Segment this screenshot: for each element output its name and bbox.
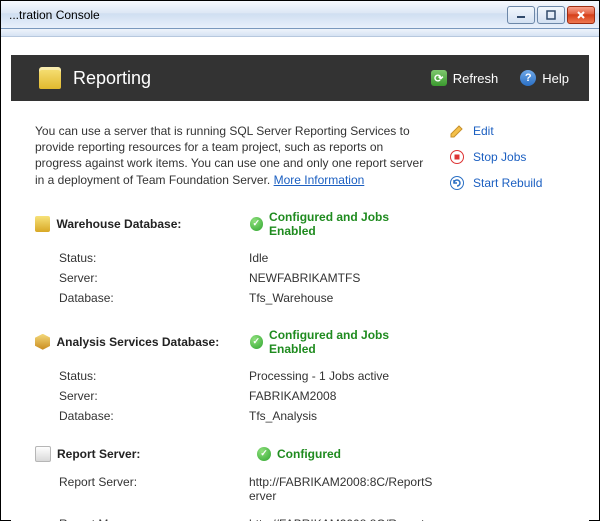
actions-sidebar: Edit Stop Jobs Start Rebuild [449,123,569,521]
start-rebuild-link[interactable]: Start Rebuild [449,175,569,191]
help-label: Help [542,71,569,86]
warehouse-status-chip: ✓ Configured and Jobs Enabled [250,210,433,238]
value: http://FABRIKAM2008:8C/Reports [249,517,433,521]
analysis-status-chip-label: Configured and Jobs Enabled [269,328,433,356]
analysis-row-server: Server: FABRIKAM2008 [35,386,433,406]
stop-jobs-label: Stop Jobs [473,150,526,164]
refresh-label: Refresh [453,71,499,86]
check-icon: ✓ [257,447,271,461]
label: Report Server: [59,475,249,503]
reporting-icon [39,67,61,89]
check-icon: ✓ [250,335,264,349]
value: FABRIKAM2008 [249,389,433,403]
main-column: You can use a server that is running SQL… [35,123,449,521]
help-icon: ? [520,70,536,86]
label: Status: [59,369,249,383]
label: Report Manager: [59,517,249,521]
edit-link[interactable]: Edit [449,123,569,139]
value: Idle [249,251,433,265]
window-titlebar: ...tration Console [1,1,599,29]
warehouse-row-status: Status: Idle [35,248,433,268]
section-analysis: Analysis Services Database: ✓ Configured… [35,328,433,426]
menubar [1,29,599,37]
refresh-icon: ⟳ [431,70,447,86]
content-area: You can use a server that is running SQL… [11,101,589,521]
page-header: Reporting ⟳ Refresh ? Help [11,55,589,101]
label: Server: [59,389,249,403]
section-report-header: Report Server: ✓ Configured [35,446,433,462]
intro-text: You can use a server that is running SQL… [35,123,433,188]
section-warehouse: Warehouse Database: ✓ Configured and Job… [35,210,433,308]
analysis-row-status: Status: Processing - 1 Jobs active [35,366,433,386]
value: Tfs_Analysis [249,409,433,423]
section-report: Report Server: ✓ Configured Report Serve… [35,446,433,521]
intro-body: You can use a server that is running SQL… [35,124,423,187]
check-icon: ✓ [250,217,264,231]
stop-icon [449,149,465,165]
section-warehouse-header: Warehouse Database: ✓ Configured and Job… [35,210,433,238]
report-row-manager: Report Manager: http://FABRIKAM2008:8C/R… [35,514,433,521]
value: NEWFABRIKAMTFS [249,271,433,285]
close-button[interactable] [567,6,595,24]
section-report-title: Report Server: [57,447,257,461]
warehouse-row-database: Database: Tfs_Warehouse [35,288,433,308]
page-title: Reporting [73,68,409,89]
section-analysis-title: Analysis Services Database: [56,335,249,349]
more-information-link[interactable]: More Information [274,173,365,187]
document-icon [35,446,51,462]
cube-icon [35,334,50,350]
report-status-chip: ✓ Configured [257,447,341,461]
label: Database: [59,409,249,423]
label: Database: [59,291,249,305]
analysis-row-database: Database: Tfs_Analysis [35,406,433,426]
rebuild-icon [449,175,465,191]
value: Tfs_Warehouse [249,291,433,305]
start-rebuild-label: Start Rebuild [473,176,542,190]
section-analysis-header: Analysis Services Database: ✓ Configured… [35,328,433,356]
database-icon [35,216,50,232]
warehouse-row-server: Server: NEWFABRIKAMTFS [35,268,433,288]
pencil-icon [449,123,465,139]
stop-jobs-link[interactable]: Stop Jobs [449,149,569,165]
warehouse-status-chip-label: Configured and Jobs Enabled [269,210,433,238]
window-title: ...tration Console [9,8,505,22]
value: Processing - 1 Jobs active [249,369,433,383]
refresh-button[interactable]: ⟳ Refresh [431,70,499,86]
minimize-button[interactable] [507,6,535,24]
help-button[interactable]: ? Help [520,70,569,86]
label: Server: [59,271,249,285]
edit-label: Edit [473,124,494,138]
value: http://FABRIKAM2008:8C/ReportServer [249,475,433,503]
section-warehouse-title: Warehouse Database: [56,217,249,231]
maximize-button[interactable] [537,6,565,24]
report-row-server: Report Server: http://FABRIKAM2008:8C/Re… [35,472,433,506]
label: Status: [59,251,249,265]
report-status-chip-label: Configured [277,447,341,461]
analysis-status-chip: ✓ Configured and Jobs Enabled [250,328,433,356]
